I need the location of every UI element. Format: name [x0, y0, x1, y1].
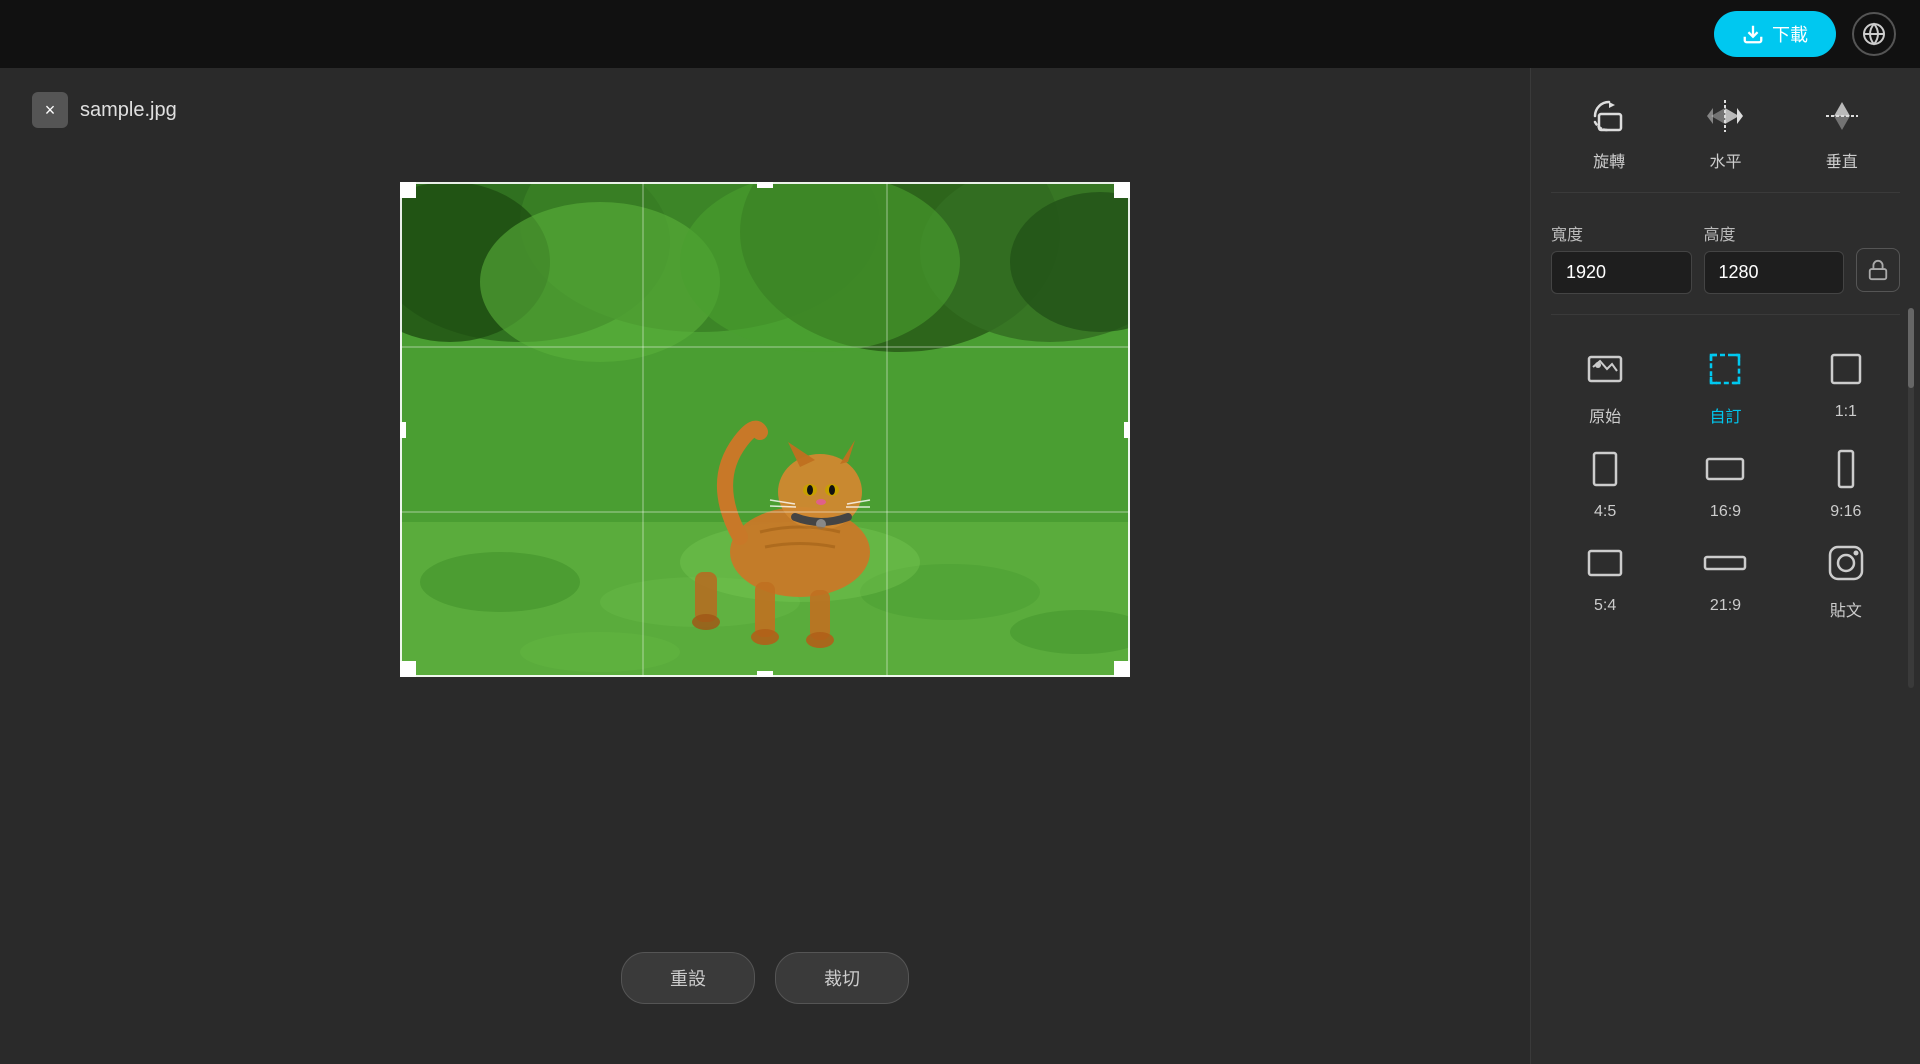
action-buttons: 重設 裁切: [621, 952, 909, 1004]
scrollbar-thumb[interactable]: [1908, 308, 1914, 388]
main-content: × sample.jpg: [0, 68, 1920, 1064]
ratio-16-9-icon: [1699, 443, 1751, 495]
ratio-4-5-icon: [1579, 443, 1631, 495]
crop-container[interactable]: [400, 182, 1130, 677]
filename-label: sample.jpg: [80, 99, 177, 122]
image-background: [400, 182, 1130, 677]
lock-icon: [1867, 259, 1889, 281]
instagram-icon: [1820, 537, 1872, 589]
ratio-1-1-icon: [1820, 343, 1872, 395]
custom-label: 自訂: [1709, 403, 1741, 427]
globe-icon: [1862, 22, 1886, 46]
ratio-1-1[interactable]: 1:1: [1792, 343, 1900, 427]
left-panel: × sample.jpg: [0, 68, 1530, 1064]
tool-rotate[interactable]: 旋轉: [1585, 92, 1633, 172]
ratio-21-9-label: 21:9: [1710, 597, 1741, 615]
crop-button[interactable]: 裁切: [775, 952, 909, 1004]
ratio-original[interactable]: 原始: [1551, 343, 1659, 427]
ratio-16-9-label: 16:9: [1710, 503, 1741, 521]
vertical-label: 垂直: [1826, 148, 1858, 172]
height-field: 高度: [1704, 221, 1845, 294]
ratio-4-5[interactable]: 4:5: [1551, 443, 1659, 521]
reset-button[interactable]: 重設: [621, 952, 755, 1004]
download-label: 下載: [1772, 21, 1808, 47]
custom-icon: [1699, 343, 1751, 395]
dims-row: 寬度 高度: [1551, 221, 1900, 315]
language-button[interactable]: [1852, 12, 1896, 56]
ratio-5-4-icon: [1579, 537, 1631, 589]
ratio-1-1-label: 1:1: [1835, 403, 1857, 421]
tool-horizontal[interactable]: 水平: [1701, 92, 1749, 172]
ratio-4-5-label: 4:5: [1594, 503, 1616, 521]
width-input[interactable]: [1551, 251, 1692, 294]
tool-vertical[interactable]: 垂直: [1818, 92, 1866, 172]
rotate-icon: [1585, 92, 1633, 140]
ratio-9-16[interactable]: 9:16: [1792, 443, 1900, 521]
original-icon: [1579, 343, 1631, 395]
ratio-9-16-label: 9:16: [1830, 503, 1861, 521]
aspect-lock-button[interactable]: [1856, 248, 1900, 292]
original-label: 原始: [1589, 403, 1621, 427]
horizontal-icon: [1701, 92, 1749, 140]
width-field: 寬度: [1551, 221, 1692, 294]
vertical-icon: [1818, 92, 1866, 140]
file-header: × sample.jpg: [32, 92, 177, 128]
ratio-5-4[interactable]: 5:4: [1551, 537, 1659, 621]
tools-row: 旋轉 水平: [1551, 92, 1900, 193]
instagram-label: 貼文: [1830, 597, 1862, 621]
image-placeholder: [400, 182, 1130, 677]
ratio-21-9-icon: [1699, 537, 1751, 589]
download-icon: [1742, 23, 1764, 45]
topbar: 下載: [0, 0, 1920, 68]
height-label: 高度: [1704, 221, 1845, 245]
close-button[interactable]: ×: [32, 92, 68, 128]
ratio-custom[interactable]: 自訂: [1671, 343, 1779, 427]
width-label: 寬度: [1551, 221, 1692, 245]
ratio-9-16-icon: [1820, 443, 1872, 495]
height-input[interactable]: [1704, 251, 1845, 294]
ratio-21-9[interactable]: 21:9: [1671, 537, 1779, 621]
ratio-grid: 原始 自訂: [1551, 343, 1900, 621]
horizontal-label: 水平: [1709, 148, 1741, 172]
scrollbar-track: [1908, 308, 1914, 688]
ratio-16-9[interactable]: 16:9: [1671, 443, 1779, 521]
ratio-5-4-label: 5:4: [1594, 597, 1616, 615]
download-button[interactable]: 下載: [1714, 11, 1836, 57]
rotate-label: 旋轉: [1593, 148, 1625, 172]
ratio-instagram[interactable]: 貼文: [1792, 537, 1900, 621]
right-panel: 旋轉 水平: [1530, 68, 1920, 1064]
